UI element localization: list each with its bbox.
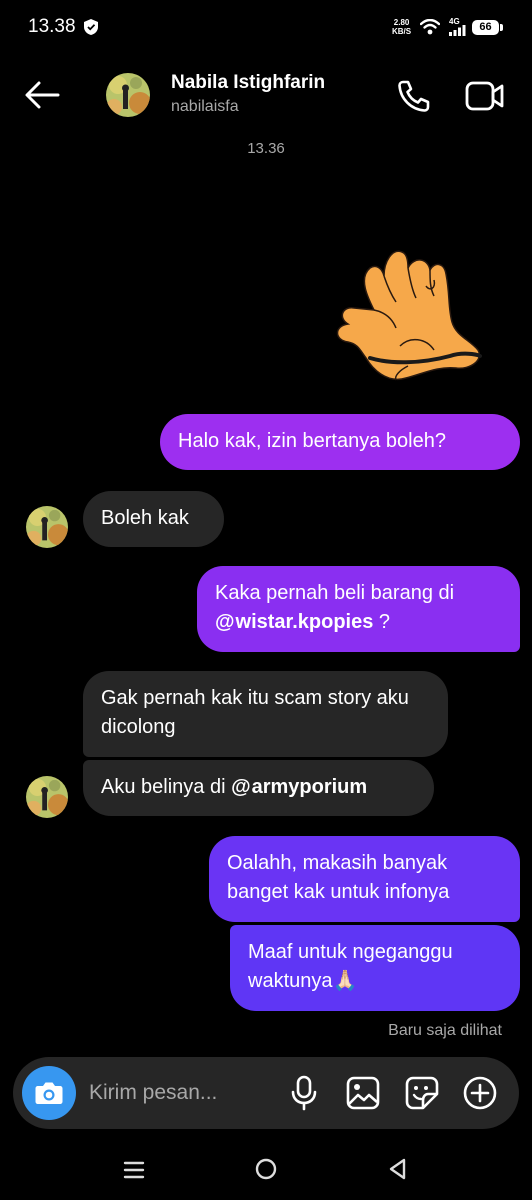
camera-icon [35, 1082, 63, 1104]
message-outgoing[interactable]: Kaka pernah beli barang di @wistar.kpopi… [197, 566, 520, 652]
camera-button[interactable] [22, 1066, 76, 1120]
message-outgoing[interactable]: Oalahh, makasih banyak banget kak untuk … [209, 836, 520, 922]
network-speed: 2.80 KB/S [392, 18, 412, 36]
video-call-button[interactable] [464, 78, 506, 114]
battery-tip [500, 24, 503, 31]
hand-sticker[interactable] [330, 238, 490, 398]
triangle-back-icon [389, 1158, 406, 1180]
plus-circle-icon [463, 1076, 497, 1110]
battery-icon: 66 [472, 20, 499, 35]
status-time: 13.38 [28, 16, 76, 37]
message-text: Kaka pernah beli barang di [215, 582, 455, 604]
message-outgoing[interactable]: Maaf untuk ngeganggu waktunya🙏🏻 [230, 925, 520, 1011]
video-camera-icon [465, 81, 504, 111]
back-arrow-icon [25, 81, 60, 109]
mention-link[interactable]: armyporium [252, 776, 368, 798]
nav-home-button[interactable] [254, 1157, 278, 1181]
contact-name[interactable]: Nabila Istighfarin [171, 72, 325, 94]
mention-link[interactable]: wistar.kpopies [236, 611, 374, 633]
message-incoming[interactable]: Aku belinya di @armyporium [83, 760, 434, 816]
sticker-button[interactable] [404, 1074, 440, 1112]
menu-icon [123, 1161, 145, 1179]
contact-username[interactable]: nabilaisfa [171, 98, 239, 116]
sender-avatar[interactable] [26, 506, 68, 548]
seen-status: Baru saja dilihat [388, 1022, 502, 1039]
message-incoming[interactable]: Gak pernah kak itu scam story aku dicolo… [83, 671, 448, 757]
message-outgoing[interactable]: Halo kak, izin bertanya boleh? [160, 414, 520, 470]
message-incoming[interactable]: Boleh kak [83, 491, 224, 547]
voice-message-button[interactable] [286, 1074, 322, 1112]
threads-icon: @ [231, 776, 251, 798]
image-icon [346, 1076, 380, 1110]
message-text: Aku belinya di [101, 776, 232, 798]
contact-avatar[interactable] [106, 73, 150, 117]
threads-icon: @ [215, 611, 235, 633]
sticker-icon [405, 1076, 439, 1110]
more-options-button[interactable] [462, 1074, 498, 1112]
phone-icon [398, 80, 430, 112]
nav-recents-button[interactable] [122, 1158, 146, 1182]
microphone-icon [291, 1075, 317, 1111]
message-input[interactable] [89, 1076, 279, 1110]
voice-call-button[interactable] [394, 78, 432, 114]
chat-timestamp: 13.36 [247, 140, 285, 157]
message-text: ? [373, 611, 391, 633]
home-circle-icon [255, 1158, 277, 1180]
signal-icon [449, 25, 466, 36]
gallery-button[interactable] [345, 1074, 381, 1112]
back-button[interactable] [22, 78, 62, 112]
wifi-icon [420, 19, 440, 35]
nav-back-button[interactable] [386, 1157, 410, 1181]
sender-avatar[interactable] [26, 776, 68, 818]
shield-icon [84, 19, 98, 35]
